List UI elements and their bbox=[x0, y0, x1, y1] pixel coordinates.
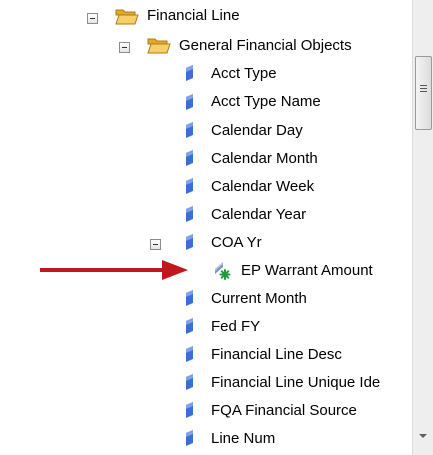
tree-item-label: Acct Type bbox=[211, 65, 277, 82]
tree-item-label: FQA Financial Source bbox=[211, 402, 357, 419]
tree-item-label: Financial Line bbox=[147, 7, 240, 24]
measure-object-icon bbox=[215, 262, 231, 280]
dimension-object-icon bbox=[186, 402, 193, 418]
tree-item-label: Financial Line Unique Ide bbox=[211, 374, 381, 391]
tree-item-label: Calendar Week bbox=[211, 178, 315, 195]
grip-line bbox=[420, 91, 427, 92]
dimension-object-icon bbox=[186, 318, 193, 334]
tree-item-label: General Financial Objects bbox=[179, 37, 352, 54]
grip-line bbox=[420, 85, 427, 86]
tree-item-label: Calendar Year bbox=[211, 206, 307, 223]
tree-item-label: Current Month bbox=[211, 290, 307, 307]
folder-open-icon bbox=[115, 9, 139, 25]
dimension-object-icon bbox=[186, 150, 193, 166]
grip-line bbox=[420, 88, 427, 89]
tree-item-label: Line Num bbox=[211, 430, 276, 447]
tree-item-label: EP Warrant Amount bbox=[241, 262, 373, 279]
annotation-arrow-icon bbox=[40, 260, 188, 280]
dimension-object-icon bbox=[186, 346, 193, 362]
folder-open-icon bbox=[147, 38, 171, 54]
dimension-object-icon bbox=[186, 178, 193, 194]
collapse-toggle-icon[interactable] bbox=[150, 239, 161, 250]
tree-item-label: Fed FY bbox=[211, 318, 261, 335]
dimension-object-icon bbox=[186, 234, 193, 250]
tree-item-label: Financial Line Desc bbox=[211, 346, 342, 363]
scrollbar-thumb[interactable] bbox=[415, 56, 432, 130]
dimension-object-icon bbox=[186, 290, 193, 306]
object-tree[interactable]: Financial Line General Financial Objects… bbox=[0, 0, 412, 455]
tree-item-label: Calendar Month bbox=[211, 150, 318, 167]
collapse-toggle-icon[interactable] bbox=[87, 13, 98, 24]
tree-item-label: COA Yr bbox=[211, 234, 262, 251]
tree-item-label: Acct Type Name bbox=[211, 93, 321, 110]
dimension-object-icon bbox=[186, 65, 193, 81]
scroll-down-arrow-icon[interactable] bbox=[419, 434, 427, 438]
collapse-toggle-icon[interactable] bbox=[119, 42, 130, 53]
dimension-object-icon bbox=[186, 206, 193, 222]
vertical-scrollbar[interactable] bbox=[412, 0, 433, 455]
tree-item-label: Calendar Day bbox=[211, 122, 303, 139]
dimension-object-icon bbox=[186, 122, 193, 138]
dimension-object-icon bbox=[186, 94, 193, 110]
dimension-object-icon bbox=[186, 430, 193, 446]
dimension-object-icon bbox=[186, 374, 193, 390]
